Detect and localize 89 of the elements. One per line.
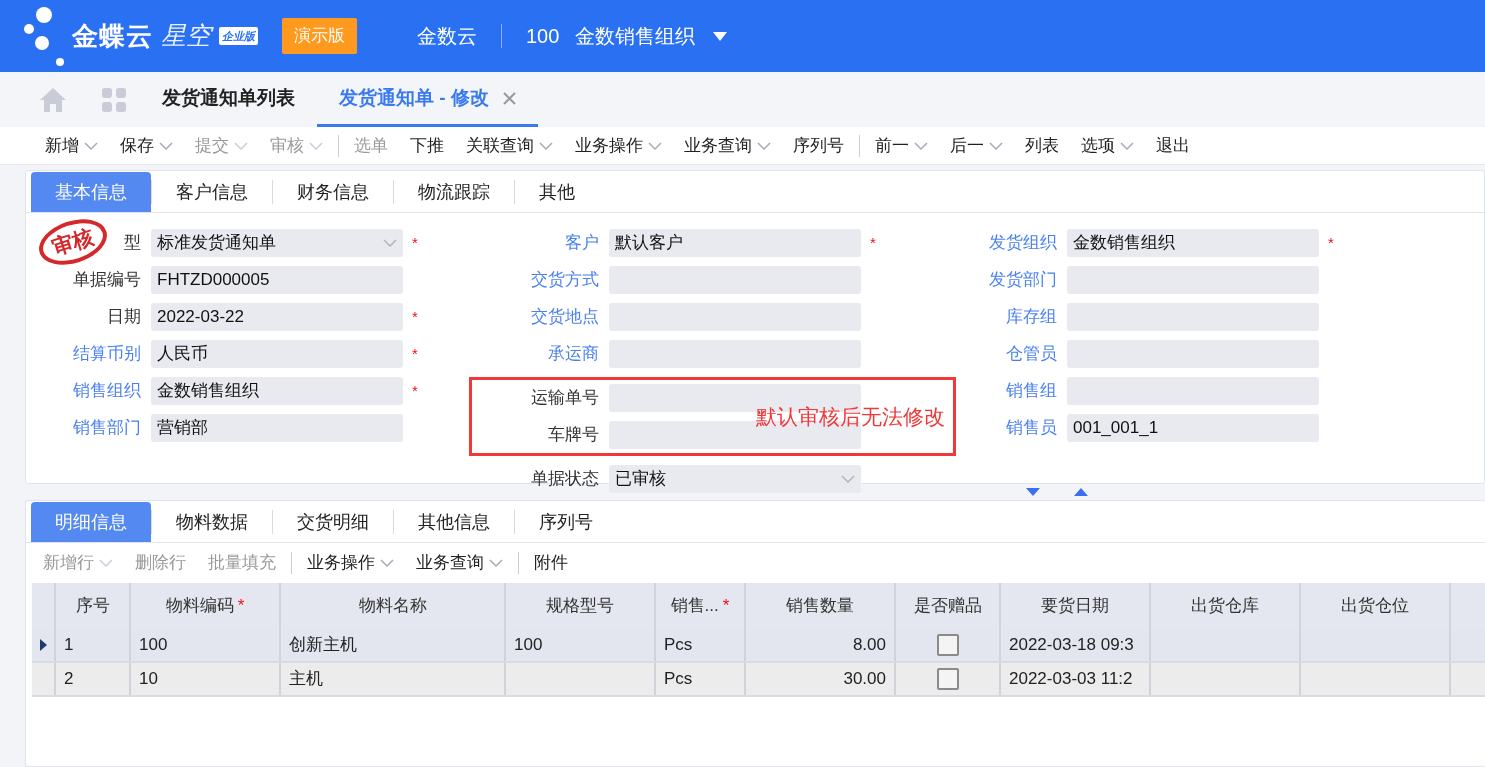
- input-field[interactable]: 营销部: [151, 414, 403, 442]
- required-mark: *: [412, 233, 418, 251]
- toolbar-button[interactable]: 退出: [1145, 132, 1201, 159]
- annotation-text: 默认审核后无法修改: [756, 404, 945, 430]
- toolbar-button[interactable]: 业务查询: [405, 550, 514, 576]
- close-icon[interactable]: [502, 91, 516, 105]
- table-cell: 2022-03-18 09:3: [1001, 629, 1151, 661]
- input-field[interactable]: FHTZD000005: [151, 266, 403, 294]
- field-label[interactable]: 承运商: [548, 344, 599, 364]
- toolbar-button[interactable]: 保存: [109, 132, 184, 159]
- page-tab[interactable]: 发货通知单列表: [140, 72, 317, 127]
- required-mark: *: [870, 233, 876, 251]
- field-label[interactable]: 交货方式: [531, 270, 599, 290]
- apps-icon[interactable]: [102, 87, 126, 112]
- edition-badge: 企业版: [219, 26, 258, 46]
- table-cell: Pcs: [656, 663, 746, 695]
- logo-text: 金蝶云: [72, 19, 153, 53]
- toolbar-button[interactable]: 序列号: [782, 132, 855, 159]
- checkbox[interactable]: [936, 634, 959, 656]
- input-field[interactable]: 默认客户: [609, 229, 861, 257]
- table-cell: 30.00: [746, 663, 896, 695]
- table-cell: 主机: [281, 663, 506, 695]
- required-mark: *: [412, 344, 418, 362]
- table-cell: 10: [131, 663, 281, 695]
- field-label: 车牌号: [548, 425, 599, 445]
- table-cell: 创新主机: [281, 629, 506, 661]
- toolbar-button[interactable]: 列表: [1014, 132, 1070, 159]
- field-label[interactable]: 销售组织: [73, 381, 141, 401]
- section-tab[interactable]: 物料数据: [152, 502, 272, 542]
- input-field[interactable]: 标准发货通知单: [151, 229, 403, 257]
- table-cell: 8.00: [746, 629, 896, 661]
- toolbar-button[interactable]: 关联查询: [455, 132, 564, 159]
- field-label[interactable]: 销售部门: [73, 418, 141, 438]
- toolbar-button[interactable]: 业务操作: [296, 550, 405, 576]
- section-tab[interactable]: 财务信息: [273, 172, 393, 212]
- input-field[interactable]: 001_001_1: [1067, 414, 1319, 442]
- field-label[interactable]: 仓管员: [1006, 344, 1057, 364]
- required-mark: *: [412, 307, 418, 325]
- field-label[interactable]: 销售员: [1006, 418, 1057, 438]
- toolbar-button[interactable]: 选项: [1070, 132, 1145, 159]
- input-field[interactable]: 人民币: [151, 340, 403, 368]
- collapse-down-icon[interactable]: [1026, 488, 1040, 496]
- section-tab[interactable]: 物流跟踪: [394, 172, 514, 212]
- required-mark: *: [237, 595, 245, 618]
- tenant-name[interactable]: 金数云: [417, 21, 477, 51]
- toolbar-button[interactable]: 业务查询: [673, 132, 782, 159]
- field-label[interactable]: 结算币别: [73, 344, 141, 364]
- section-tab[interactable]: 交货明细: [273, 502, 393, 542]
- section-tab[interactable]: 其他信息: [394, 502, 514, 542]
- toolbar-button[interactable]: 后一: [939, 132, 1014, 159]
- input-field[interactable]: 金数销售组织: [1067, 229, 1319, 257]
- toolbar-button[interactable]: 业务操作: [564, 132, 673, 159]
- required-mark: *: [412, 381, 418, 399]
- field-label[interactable]: 销售组: [1006, 381, 1057, 401]
- table-cell: Pcs: [656, 629, 746, 661]
- toolbar-button[interactable]: 前一: [864, 132, 939, 159]
- field-label: 日期: [107, 307, 141, 327]
- field-label[interactable]: 发货组织: [989, 233, 1057, 253]
- section-tab[interactable]: 客户信息: [152, 172, 272, 212]
- required-mark: *: [1328, 233, 1334, 251]
- home-icon[interactable]: [40, 87, 66, 112]
- table-cell: 100: [131, 629, 281, 661]
- field-label: 运输单号: [531, 388, 599, 408]
- field-label[interactable]: 库存组: [1006, 307, 1057, 327]
- required-mark: *: [722, 595, 730, 618]
- input-field[interactable]: 已审核: [609, 465, 861, 493]
- table-cell: 100: [506, 629, 656, 661]
- input-field[interactable]: 2022-03-22: [151, 303, 403, 331]
- org-name[interactable]: 金数销售组织: [575, 21, 696, 51]
- table-cell: 2022-03-03 11:2: [1001, 663, 1151, 695]
- expand-up-icon[interactable]: [1074, 488, 1088, 496]
- input-field[interactable]: 金数销售组织: [151, 377, 403, 405]
- table-cell: 1: [56, 629, 131, 661]
- field-label: 型: [124, 233, 141, 253]
- toolbar-button[interactable]: 附件: [523, 550, 579, 576]
- table-cell: 2: [56, 663, 131, 695]
- toolbar-button[interactable]: 新增: [34, 132, 109, 159]
- field-label[interactable]: 客户: [565, 233, 599, 253]
- dropdown-icon[interactable]: [713, 31, 728, 41]
- section-tab[interactable]: 序列号: [515, 502, 617, 542]
- toolbar-button[interactable]: 下推: [399, 132, 455, 159]
- org-code: 100: [526, 24, 560, 49]
- section-tab[interactable]: 其他: [515, 172, 599, 212]
- field-label: 单据状态: [531, 469, 599, 489]
- field-label[interactable]: 交货地点: [531, 307, 599, 327]
- field-label: 单据编号: [73, 270, 141, 290]
- checkbox[interactable]: [936, 668, 959, 690]
- field-label[interactable]: 发货部门: [989, 270, 1057, 290]
- demo-badge: 演示版: [282, 18, 357, 54]
